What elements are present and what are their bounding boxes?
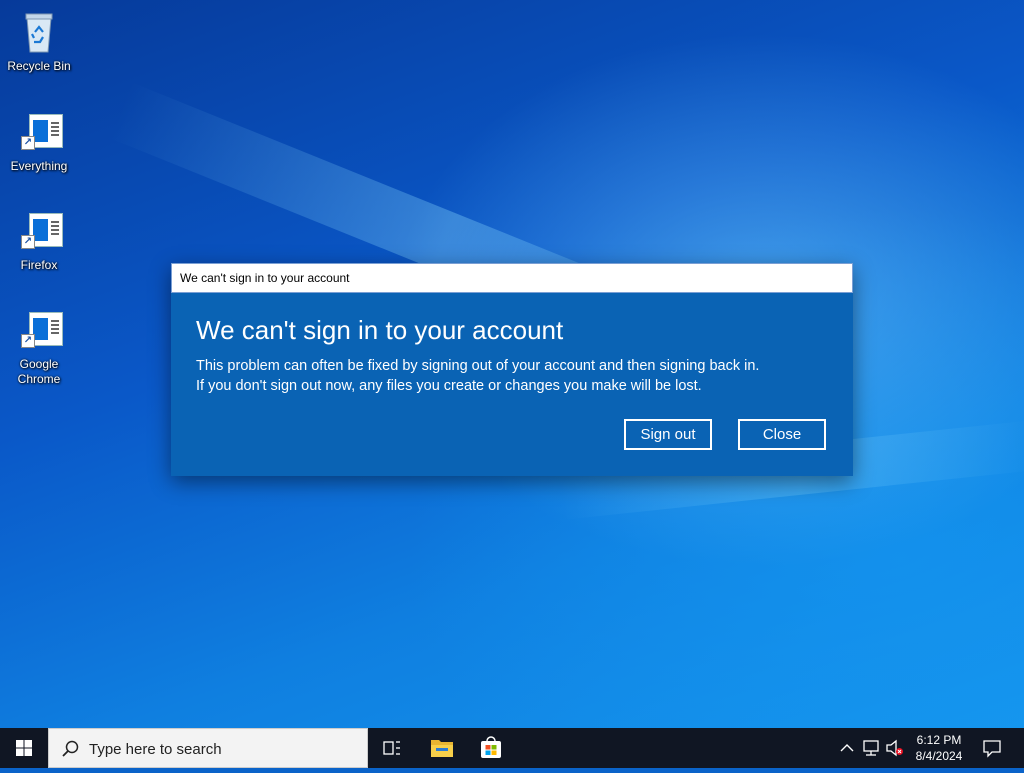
search-placeholder: Type here to search <box>89 741 222 758</box>
desktop-icon-google-chrome[interactable]: ↗ Google Chrome <box>4 306 74 387</box>
search-icon <box>62 740 79 757</box>
store-icon <box>481 736 501 758</box>
recycle-bin-icon <box>15 8 63 56</box>
task-view-icon <box>383 741 400 755</box>
desktop-icon-recycle-bin[interactable]: Recycle Bin <box>4 8 74 74</box>
network-button[interactable] <box>860 728 884 768</box>
desktop-icon-firefox[interactable]: ↗ Firefox <box>4 207 74 273</box>
shortcut-arrow-icon: ↗ <box>21 136 35 150</box>
file-explorer-icon <box>431 740 453 757</box>
taskbar-search-box[interactable]: Type here to search <box>48 728 368 768</box>
notification-icon <box>983 740 1001 758</box>
windows-logo-icon <box>16 740 32 756</box>
action-center-button[interactable] <box>978 728 1008 768</box>
show-hidden-icons-button[interactable] <box>836 728 858 768</box>
shortcut-arrow-icon: ↗ <box>21 235 35 249</box>
sign-in-error-dialog: We can't sign in to your account We can'… <box>171 263 853 476</box>
dialog-body: We can't sign in to your account This pr… <box>171 293 853 476</box>
start-button[interactable] <box>0 728 48 768</box>
volume-muted-icon <box>886 739 903 757</box>
volume-button[interactable] <box>884 728 906 768</box>
app-shortcut-icon: ↗ <box>15 108 63 156</box>
dialog-title-bar[interactable]: We can't sign in to your account <box>171 263 853 293</box>
dialog-message-line: If you don't sign out now, any files you… <box>196 378 702 394</box>
desktop-icon-label: Firefox <box>20 258 58 272</box>
clock-date: 8/4/2024 <box>915 749 963 763</box>
clock-time: 6:12 PM <box>916 733 962 747</box>
file-explorer-button[interactable] <box>418 728 466 768</box>
taskbar: Type here to search 6:12 PM 8/4/2024 <box>0 728 1024 768</box>
sign-out-button[interactable]: Sign out <box>624 419 712 450</box>
app-shortcut-icon: ↗ <box>15 306 63 354</box>
dialog-message-line: This problem can often be fixed by signi… <box>196 358 760 374</box>
close-button[interactable]: Close <box>738 419 826 450</box>
desktop-icon-label: Recycle Bin <box>7 59 71 73</box>
chevron-up-icon <box>840 744 854 752</box>
network-icon <box>863 740 879 756</box>
desktop-icon-everything[interactable]: ↗ Everything <box>4 108 74 174</box>
desktop-icon-label: Google Chrome <box>17 357 61 386</box>
microsoft-store-button[interactable] <box>467 728 515 768</box>
shortcut-arrow-icon: ↗ <box>21 334 35 348</box>
app-shortcut-icon: ↗ <box>15 207 63 255</box>
taskbar-clock[interactable]: 6:12 PM 8/4/2024 <box>906 732 972 764</box>
dialog-heading: We can't sign in to your account <box>196 315 564 345</box>
desktop-icon-label: Everything <box>10 159 68 173</box>
task-view-button[interactable] <box>368 728 416 768</box>
dialog-message: This problem can often be fixed by signi… <box>196 356 759 396</box>
